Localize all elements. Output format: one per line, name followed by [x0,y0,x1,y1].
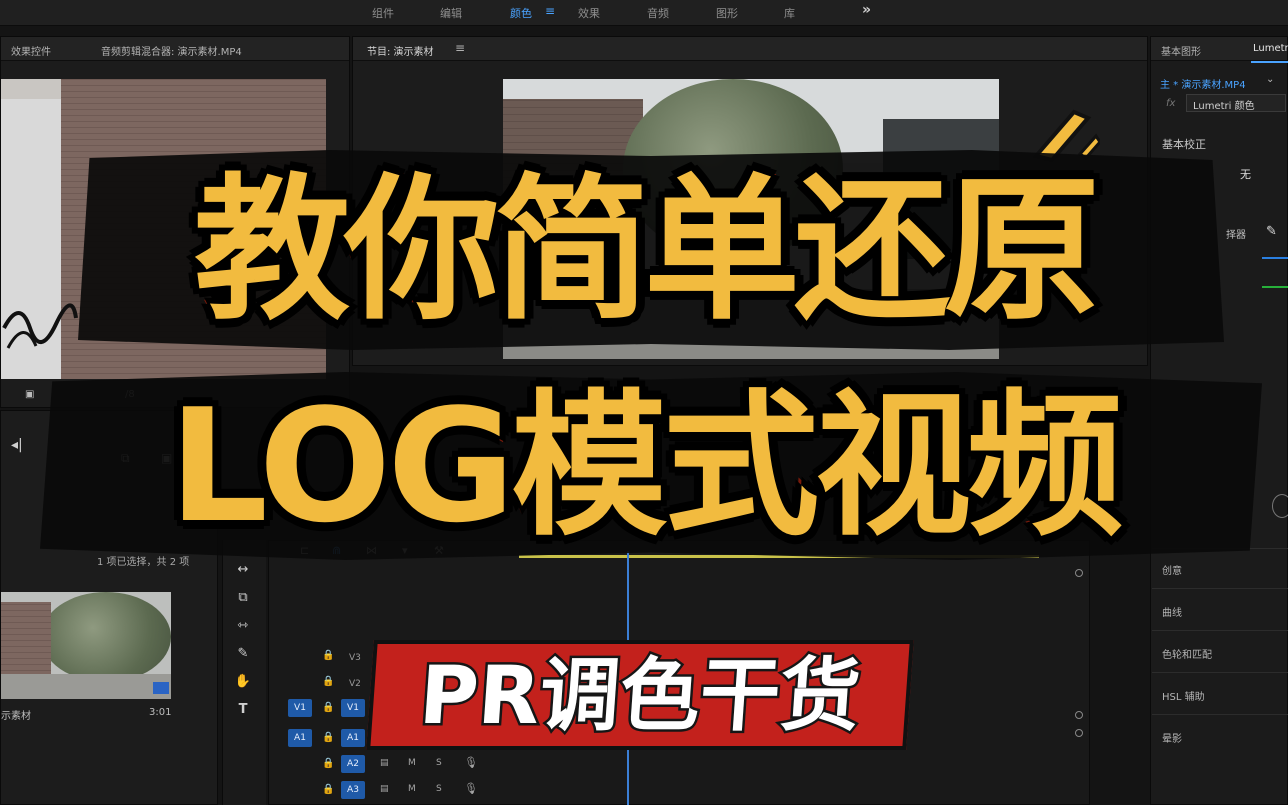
tab-effect-controls[interactable]: 效果控件 [11,43,51,58]
section-creative[interactable]: 创意 [1162,562,1182,577]
voiceover-mic-icon[interactable]: 🎙 [464,782,478,795]
tab-lumetri[interactable]: Lumetri [1253,43,1288,54]
effect-dropdown[interactable]: Lumetri 颜色 [1186,94,1286,112]
more-workspaces-icon[interactable]: » [862,2,871,18]
track-target-v1[interactable]: V1 [341,699,365,717]
type-tool-icon[interactable]: T [234,702,252,717]
track-label-v2: V2 [349,679,361,689]
mute-button[interactable]: M [408,784,416,794]
subtitle-badge-text: PR调色干货 [414,647,866,745]
workspace-tab-editing[interactable]: 编辑 [440,5,462,21]
source-patch-v1[interactable]: V1 [288,699,312,717]
sync-lock-icon[interactable]: ▤ [380,758,389,768]
voiceover-mic-icon[interactable]: 🎙 [464,756,478,769]
track-lock-icon[interactable]: 🔒 [322,676,334,687]
solo-button[interactable]: S [436,784,442,794]
effect-dropdown-value: Lumetri 颜色 [1193,101,1255,112]
divider [1152,630,1288,631]
scroll-handle-bottom[interactable] [1075,729,1083,737]
section-vignette[interactable]: 晕影 [1162,730,1182,745]
track-target-a2[interactable]: A2 [341,755,365,773]
track-lock-icon[interactable]: 🔒 [322,784,334,795]
workspace-tab-libraries[interactable]: 库 [784,5,795,21]
clip-name[interactable]: 示素材 [1,707,31,722]
fx-badge: fx [1166,98,1176,109]
solo-button[interactable]: S [436,758,442,768]
section-hsl-secondary[interactable]: HSL 辅助 [1162,688,1205,703]
track-target-a1[interactable]: A1 [341,729,365,747]
chevron-down-icon[interactable]: ⌄ [1266,74,1274,85]
tab-essential-graphics[interactable]: 基本图形 [1161,43,1201,58]
mute-button[interactable]: M [408,758,416,768]
scroll-handle-top[interactable] [1075,569,1083,577]
workspace-tab-effects[interactable]: 效果 [578,5,600,21]
slip-tool-icon[interactable]: ⇿ [234,618,252,633]
track-lock-icon[interactable]: 🔒 [322,702,334,713]
section-curves[interactable]: 曲线 [1162,604,1182,619]
overlay-title-line1: 教你简单还原 [191,156,1104,345]
tab-audio-clip-mixer[interactable]: 音频剪辑混合器: 演示素材.MP4 [101,43,242,58]
clip-selector[interactable]: 主 * 演示素材.MP4 [1160,76,1246,91]
workspace-tab-color[interactable]: 颜色 [510,5,532,21]
tab-active-underline [1251,61,1288,63]
hand-tool-icon[interactable]: ✋ [234,674,252,689]
divider [1152,588,1288,589]
section-basic-correction[interactable]: 基本校正 [1162,136,1206,152]
workspace-tab-assembly[interactable]: 组件 [372,5,394,21]
ripple-edit-tool-icon[interactable]: ↔ [234,562,252,577]
source-patch-a1[interactable]: A1 [288,729,312,747]
tools-panel [222,540,266,805]
scroll-handle-mid[interactable] [1075,711,1083,719]
lumetri-header: 基本图形 Lumetri [1151,37,1288,61]
section-color-wheels[interactable]: 色轮和匹配 [1162,646,1212,661]
clip-duration: 3:01 [149,707,172,718]
sync-lock-icon[interactable]: ▤ [380,784,389,794]
track-lock-icon[interactable]: 🔒 [322,732,334,743]
razor-tool-icon[interactable]: ⧉ [234,590,252,605]
program-header: 节目: 演示素材 ≡ [353,37,1147,61]
pen-tool-icon[interactable]: ✎ [234,646,252,661]
divider [1152,672,1288,673]
track-label-v3: V3 [349,653,361,663]
program-title[interactable]: 节目: 演示素材 [367,43,434,58]
track-lock-icon[interactable]: 🔒 [322,758,334,769]
source-panel-header: 效果控件 音频剪辑混合器: 演示素材.MP4 [1,37,349,61]
workspace-bar: 组件 编辑 颜色 ≡ 效果 音频 图形 库 » [0,0,1288,26]
clip-thumbnail[interactable] [1,592,171,699]
subtitle-badge: PR调色干货 [366,640,914,750]
track-target-a3[interactable]: A3 [341,781,365,799]
divider [1152,714,1288,715]
workspace-tab-audio[interactable]: 音频 [647,5,669,21]
track-lock-icon[interactable]: 🔒 [322,650,334,661]
program-menu-icon[interactable]: ≡ [455,41,465,55]
workspace-tab-graphics[interactable]: 图形 [716,5,738,21]
overlay-title-line2: LOG模式视频 [165,373,1127,560]
hamburger-icon[interactable]: ≡ [545,4,555,18]
